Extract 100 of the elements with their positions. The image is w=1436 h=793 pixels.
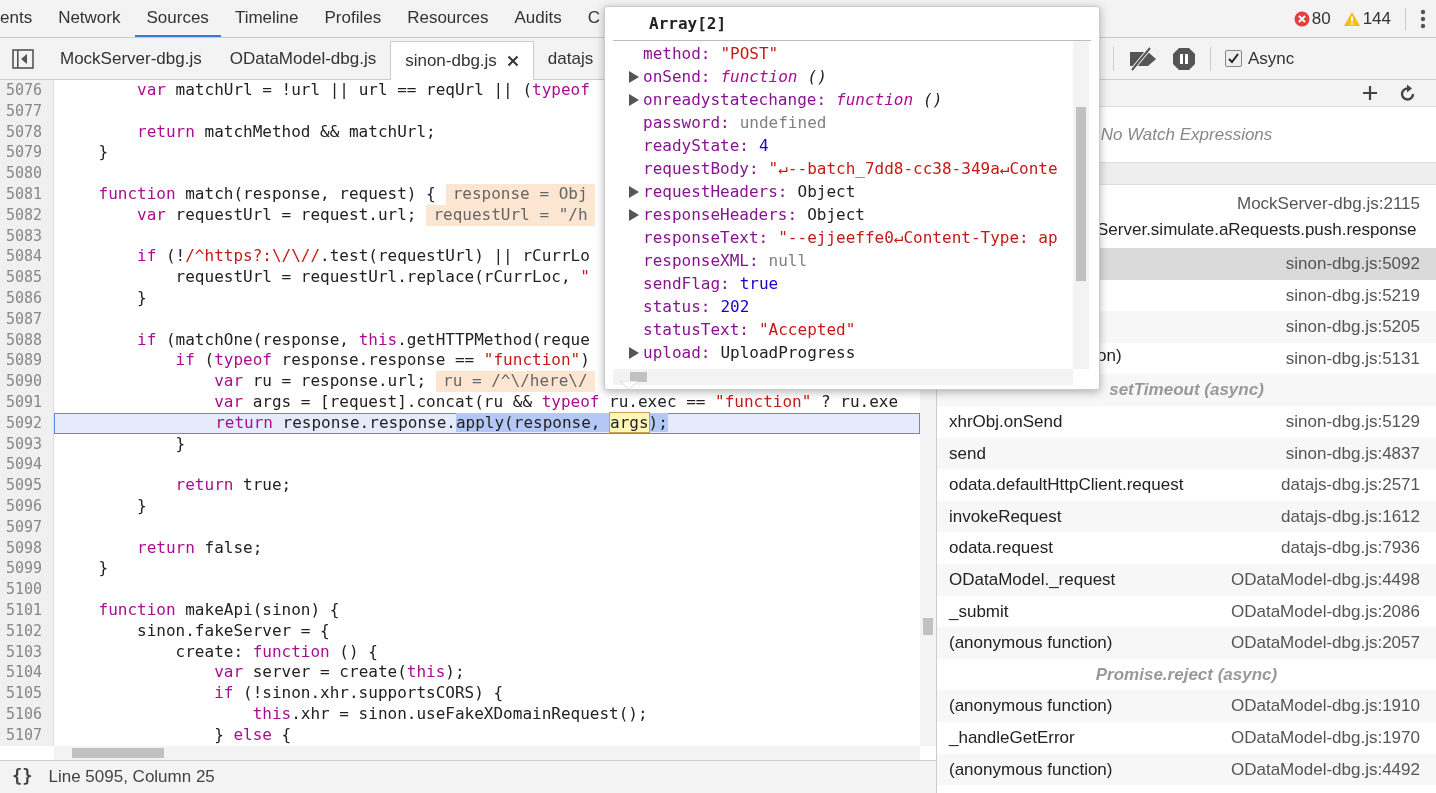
property-name: statusText:	[643, 318, 749, 341]
frame-location: sinon-dbg.js:5129	[1285, 411, 1420, 433]
expand-arrow-icon[interactable]	[629, 93, 639, 106]
frame-location: ODataModel-dbg.js:2057	[1231, 632, 1420, 655]
line-number: 5101	[5, 599, 44, 621]
line-number: 5086	[5, 287, 44, 309]
panel-tab[interactable]: Network	[46, 0, 133, 37]
call-frame[interactable]: ODataModel._request ODataModel-dbg.js:4498	[937, 563, 1436, 596]
call-frame[interactable]: (anonymous function) ODataModel-dbg.js:2057	[937, 627, 1436, 659]
property-name: responseHeaders:	[643, 203, 798, 226]
line-number: 5106	[5, 703, 44, 725]
property-name: responseXML:	[643, 249, 759, 272]
frame-location: ODataModel-dbg.js:4492	[1231, 758, 1420, 781]
property-value: UploadProgress	[720, 341, 856, 364]
code-text: }	[174, 433, 186, 455]
line-number: 5098	[5, 537, 44, 559]
deactivate-breakpoints-icon[interactable]	[1128, 46, 1158, 71]
code-text: }	[97, 142, 109, 164]
call-frame[interactable]: send sinon-dbg.js:4837	[937, 437, 1436, 470]
async-separator: setTimeout (async)	[1109, 379, 1264, 402]
property-name: requestBody:	[643, 157, 759, 180]
frame-location: datajs-dbg.js:1612	[1281, 505, 1420, 528]
pretty-print-button[interactable]: {}	[12, 764, 33, 790]
file-tab[interactable]: MockServer-dbg.js	[46, 38, 216, 79]
expand-arrow-icon[interactable]	[629, 185, 639, 198]
line-number: 5083	[5, 225, 44, 247]
expand-arrow-icon[interactable]	[629, 208, 639, 221]
panel-tab[interactable]: Resources	[395, 0, 501, 37]
sidebar-toggle-icon[interactable]	[12, 48, 34, 69]
file-tab[interactable]: sinon-dbg.js	[390, 41, 534, 80]
frame-name: invokeRequest	[949, 505, 1062, 528]
code-text: if (!/^https?:\/\//.test(requestUrl) || rCurrLo	[136, 246, 590, 268]
line-number: 5103	[5, 641, 44, 663]
code-text: create: function () {	[174, 641, 378, 663]
line-number: 5096	[5, 495, 44, 517]
call-frame[interactable]: invokeRequest datajs-dbg.js:1612	[937, 500, 1436, 533]
line-number: 5080	[5, 163, 44, 184]
file-tab[interactable]: ODataModel-dbg.js	[215, 38, 391, 79]
frame-location: datajs-dbg.js:7936	[1281, 537, 1420, 560]
popover-vertical-scrollbar[interactable]	[1073, 41, 1089, 369]
error-icon	[1293, 10, 1310, 27]
code-text: return false;	[136, 537, 263, 559]
property-value: 4	[758, 134, 769, 157]
panel-tab[interactable]: Profiles	[312, 0, 394, 37]
frame-location: sinon-dbg.js:5092	[1285, 253, 1420, 276]
code-text: } else {	[213, 724, 292, 746]
function-signature: ()	[923, 88, 943, 111]
popover-title: Array[2]	[649, 12, 727, 35]
panel-tab[interactable]: C	[575, 0, 612, 37]
file-tab[interactable]: datajs	[533, 38, 608, 79]
line-number: 5093	[5, 433, 44, 455]
panel-tab[interactable]: ents	[0, 0, 45, 37]
expand-arrow-icon[interactable]	[629, 346, 639, 359]
code-text: sinon.fakeServer = {	[136, 620, 330, 642]
code-text: var args = [request].concat(ru && typeof ru.exec == "function" ? ru.exe	[213, 391, 899, 413]
code-text: var ru = response.url;	[213, 371, 427, 392]
inline-value: requestUrl = "/h	[426, 204, 595, 226]
async-checkbox[interactable]	[1225, 50, 1242, 67]
pause-on-exceptions-icon[interactable]	[1172, 46, 1196, 71]
property-name: status:	[643, 295, 711, 318]
line-number: 5091	[5, 391, 44, 413]
add-icon[interactable]	[1362, 85, 1378, 101]
code-text: var requestUrl = request.url;	[136, 204, 417, 226]
warning-count: 144	[1362, 7, 1391, 30]
async-label: Async	[1248, 47, 1295, 70]
line-number: 5105	[5, 683, 44, 704]
frame-name: odata.request	[949, 537, 1053, 560]
line-number: 5094	[5, 454, 44, 476]
property-name: onSend:	[643, 65, 711, 88]
frame-name: _handleGetError	[949, 726, 1075, 749]
line-number: 5082	[5, 204, 44, 226]
property-name: onreadystatechange:	[643, 88, 827, 111]
frame-name: odata.defaultHttpClient.request	[949, 474, 1184, 497]
line-number: 5077	[5, 100, 44, 122]
code-text: var matchUrl = !url || url == reqUrl || (typeof	[136, 80, 590, 101]
frame-name: xhrObj.onSend	[949, 411, 1063, 433]
code-text: if (matchOne(response, this.getHTTPMethod(reque	[136, 329, 590, 351]
line-number: 5104	[5, 662, 44, 684]
frame-name: (anonymous function)	[949, 695, 1113, 718]
warning-icon	[1342, 10, 1361, 27]
inline-value: ru = /^\/here\/	[436, 371, 595, 392]
property-value: null	[768, 249, 808, 272]
code-text: return response.response.apply(response, args);	[214, 412, 668, 434]
refresh-icon[interactable]	[1400, 84, 1416, 102]
property-value: "Accepted"	[758, 318, 856, 341]
call-frame[interactable]: (anonymous function) ODataModel-dbg.js:4492	[937, 753, 1436, 786]
frame-location: sinon-dbg.js:5219	[1285, 284, 1420, 307]
more-menu-icon[interactable]	[1420, 8, 1426, 29]
empty-watch-message: No Watch Expressions	[1100, 123, 1273, 146]
panel-tab[interactable]: Timeline	[222, 0, 311, 37]
close-icon[interactable]	[506, 55, 519, 67]
line-number: 5097	[5, 516, 44, 538]
panel-tab[interactable]: Audits	[502, 0, 574, 37]
code-text: return true;	[174, 475, 292, 496]
frame-location: ODataModel-dbg.js:1970	[1231, 726, 1420, 749]
expand-arrow-icon[interactable]	[629, 70, 639, 83]
code-text: this.xhr = sinon.useFakeXDomainRequest();	[251, 703, 648, 725]
code-text: }	[136, 287, 147, 309]
code-text: function match(response, request) {	[97, 184, 436, 205]
call-frame[interactable]: (anonymous function) ODataModel-dbg.js:1910	[937, 690, 1436, 722]
